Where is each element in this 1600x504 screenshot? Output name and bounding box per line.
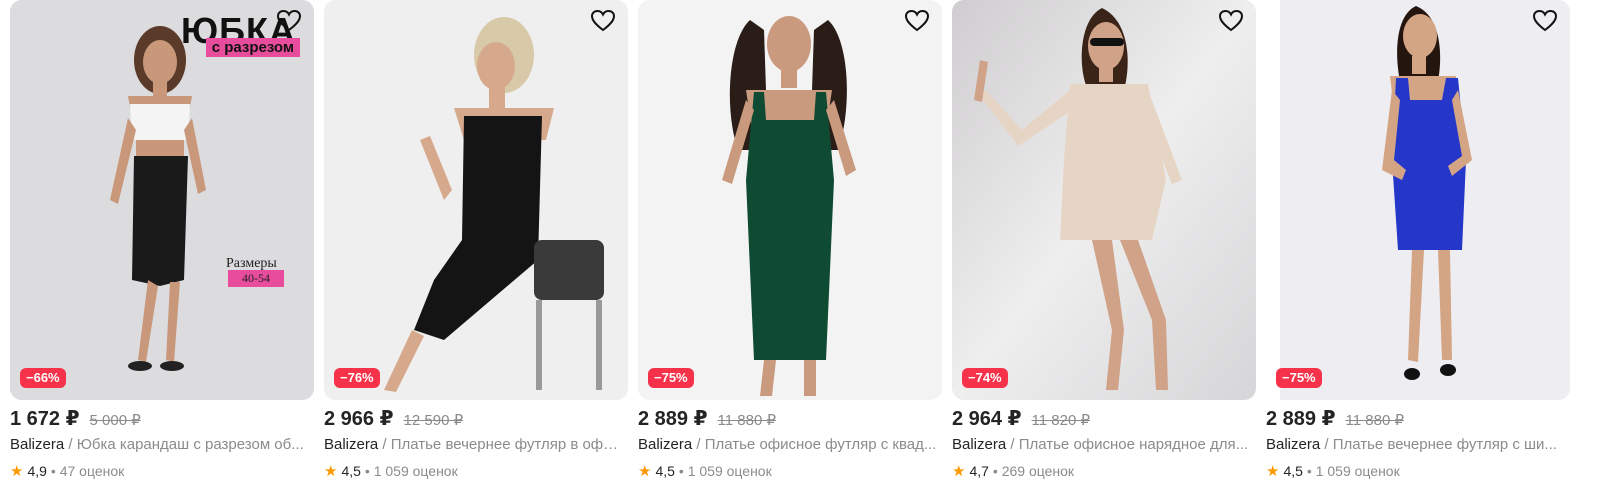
product-title[interactable]: Balizera / Платье офисное нарядное для..… bbox=[952, 436, 1252, 453]
review-count: • 1 059 оценок bbox=[678, 463, 772, 479]
product-name[interactable]: / Платье офисное футляр с квад... bbox=[692, 436, 936, 453]
old-price: 5 000 ₽ bbox=[89, 412, 141, 429]
heart-outline-icon[interactable] bbox=[1530, 6, 1560, 36]
current-price: 2 964 ₽ bbox=[952, 408, 1022, 430]
heart-outline-icon[interactable] bbox=[588, 6, 618, 36]
price-row: 2 889 ₽ 11 880 ₽ bbox=[638, 406, 776, 431]
product-name[interactable]: / Платье офисное нарядное для... bbox=[1006, 436, 1248, 453]
product-name[interactable]: / Платье вечернее футляр в офи... bbox=[378, 436, 624, 453]
rating-row[interactable]: ★ 4,5 • 1 059 оценок bbox=[1266, 462, 1400, 480]
review-count: • 47 оценок bbox=[50, 463, 125, 479]
product-photo[interactable]: −76% bbox=[324, 0, 628, 400]
product-name[interactable]: / Юбка карандаш с разрезом об... bbox=[64, 436, 303, 453]
star-icon: ★ bbox=[324, 463, 338, 480]
rating-score: 4,5 bbox=[1283, 463, 1303, 479]
current-price: 2 889 ₽ bbox=[1266, 408, 1336, 430]
old-price: 11 880 ₽ bbox=[717, 412, 777, 429]
product-image bbox=[638, 0, 942, 400]
review-count: • 1 059 оценок bbox=[364, 463, 458, 479]
rating-row[interactable]: ★ 4,9 • 47 оценок bbox=[10, 462, 124, 480]
star-icon: ★ bbox=[10, 463, 24, 480]
old-price: 12 590 ₽ bbox=[403, 412, 464, 429]
star-icon: ★ bbox=[638, 463, 652, 480]
product-card[interactable]: −74% 2 964 ₽ 11 820 ₽ Balizera / Платье … bbox=[952, 0, 1256, 504]
rating-row[interactable]: ★ 4,7 • 269 оценок bbox=[952, 462, 1074, 480]
promo-subtitle: с разрезом bbox=[205, 38, 300, 57]
rating-score: 4,5 bbox=[655, 463, 675, 479]
current-price: 1 672 ₽ bbox=[10, 408, 80, 430]
review-count: • 269 оценок bbox=[992, 463, 1075, 479]
old-price: 11 880 ₽ bbox=[1345, 412, 1405, 429]
brand-name[interactable]: Balizera bbox=[638, 436, 692, 453]
rating-row[interactable]: ★ 4,5 • 1 059 оценок bbox=[638, 462, 772, 480]
product-photo[interactable]: −74% bbox=[952, 0, 1256, 400]
product-image bbox=[1266, 0, 1570, 400]
product-title[interactable]: Balizera / Платье вечернее футляр с ши..… bbox=[1266, 436, 1566, 453]
product-photo[interactable]: ЮБКА с разрезом Размеры 40-54 −66% bbox=[10, 0, 314, 400]
product-image bbox=[952, 0, 1256, 400]
product-title[interactable]: Balizera / Платье вечернее футляр в офи.… bbox=[324, 436, 624, 453]
product-photo[interactable]: −75% bbox=[638, 0, 942, 400]
discount-badge: −66% bbox=[20, 368, 66, 388]
sizes-value: 40-54 bbox=[228, 270, 284, 287]
old-price: 11 820 ₽ bbox=[1031, 412, 1091, 429]
product-image bbox=[10, 0, 314, 400]
rating-row[interactable]: ★ 4,5 • 1 059 оценок bbox=[324, 462, 458, 480]
review-count: • 1 059 оценок bbox=[1306, 463, 1400, 479]
product-title[interactable]: Balizera / Платье офисное футляр с квад.… bbox=[638, 436, 938, 453]
price-row: 1 672 ₽ 5 000 ₽ bbox=[10, 406, 141, 431]
heart-outline-icon[interactable] bbox=[1216, 6, 1246, 36]
rating-score: 4,9 bbox=[27, 463, 47, 479]
discount-badge: −75% bbox=[648, 368, 694, 388]
price-row: 2 889 ₽ 11 880 ₽ bbox=[1266, 406, 1404, 431]
brand-name[interactable]: Balizera bbox=[324, 436, 378, 453]
product-name[interactable]: / Платье вечернее футляр с ши... bbox=[1320, 436, 1557, 453]
product-photo[interactable]: −75% bbox=[1266, 0, 1570, 400]
brand-name[interactable]: Balizera bbox=[10, 436, 64, 453]
product-card[interactable]: ЮБКА с разрезом Размеры 40-54 −66% 1 672… bbox=[10, 0, 314, 504]
heart-outline-icon[interactable] bbox=[902, 6, 932, 36]
product-card[interactable]: −75% 2 889 ₽ 11 880 ₽ Balizera / Платье … bbox=[1266, 0, 1570, 504]
product-image bbox=[324, 0, 628, 400]
product-card[interactable]: −75% 2 889 ₽ 11 880 ₽ Balizera / Платье … bbox=[638, 0, 942, 504]
brand-name[interactable]: Balizera bbox=[952, 436, 1006, 453]
discount-badge: −74% bbox=[962, 368, 1008, 388]
heart-outline-icon[interactable] bbox=[274, 6, 304, 36]
brand-name[interactable]: Balizera bbox=[1266, 436, 1320, 453]
discount-badge: −76% bbox=[334, 368, 380, 388]
current-price: 2 889 ₽ bbox=[638, 408, 708, 430]
price-row: 2 966 ₽ 12 590 ₽ bbox=[324, 406, 463, 431]
price-row: 2 964 ₽ 11 820 ₽ bbox=[952, 406, 1090, 431]
star-icon: ★ bbox=[1266, 463, 1280, 480]
product-card[interactable]: −76% 2 966 ₽ 12 590 ₽ Balizera / Платье … bbox=[324, 0, 628, 504]
star-icon: ★ bbox=[952, 463, 966, 480]
product-grid: ЮБКА с разрезом Размеры 40-54 −66% 1 672… bbox=[0, 0, 1600, 504]
rating-score: 4,5 bbox=[341, 463, 361, 479]
discount-badge: −75% bbox=[1276, 368, 1322, 388]
rating-score: 4,7 bbox=[969, 463, 989, 479]
product-title[interactable]: Balizera / Юбка карандаш с разрезом об..… bbox=[10, 436, 310, 453]
current-price: 2 966 ₽ bbox=[324, 408, 394, 430]
